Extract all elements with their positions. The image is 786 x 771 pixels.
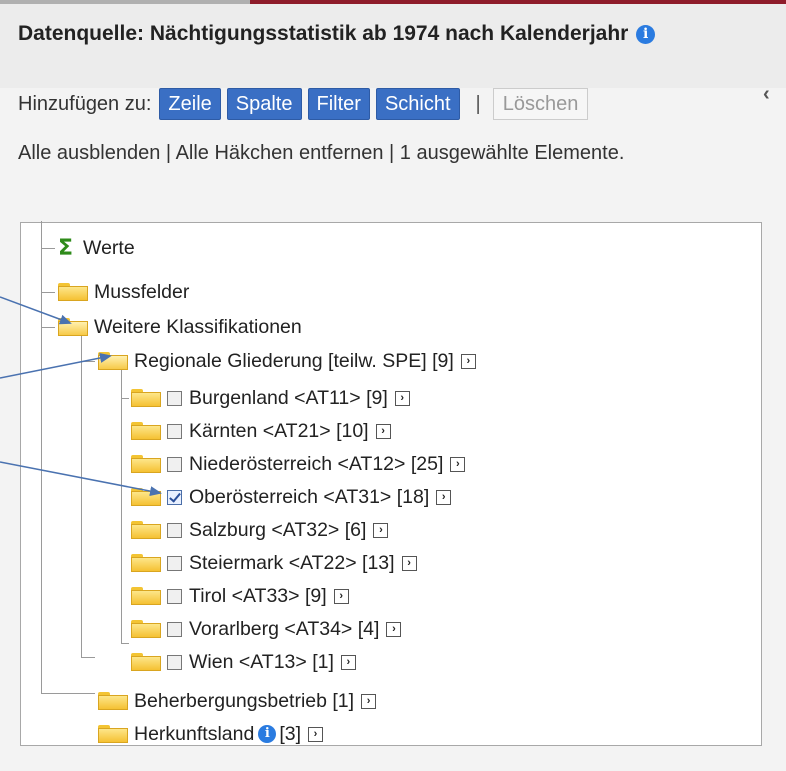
add-column-button[interactable]: Spalte: [226, 88, 302, 120]
tree-node-mussfelder[interactable]: Mussfelder: [58, 279, 189, 305]
add-filter-button[interactable]: Filter: [307, 88, 370, 120]
region-label: Steiermark <AT22> [13]: [189, 551, 395, 574]
region-checkbox[interactable]: [167, 654, 182, 670]
region-checkbox[interactable]: [167, 621, 182, 637]
links-separator: |: [383, 142, 400, 164]
expand-icon[interactable]: ›: [450, 456, 466, 472]
tree-node-region[interactable]: Oberösterreich <AT31> [18] ›: [131, 484, 452, 510]
tree-node-label: Regionale Gliederung [teilw. SPE] [9]: [134, 349, 454, 372]
folder-icon: [131, 488, 161, 506]
folder-icon: [131, 422, 161, 440]
expand-icon[interactable]: ›: [308, 726, 324, 742]
expand-icon[interactable]: ›: [373, 522, 389, 538]
region-label: Kärnten <AT21> [10]: [189, 419, 369, 442]
region-label: Niederösterreich <AT12> [25]: [189, 452, 444, 475]
toolbar-separator: |: [475, 92, 481, 115]
tree-node-region[interactable]: Wien <AT13> [1] ›: [131, 649, 356, 675]
tree-node-region[interactable]: Salzburg <AT32> [6] ›: [131, 517, 389, 543]
expand-icon[interactable]: ›: [394, 390, 410, 406]
folder-open-icon: [58, 318, 88, 336]
folder-icon: [131, 389, 161, 407]
tree-node-region[interactable]: Niederösterreich <AT12> [25] ›: [131, 451, 466, 477]
expand-icon[interactable]: ›: [361, 693, 377, 709]
collapse-arrow-icon[interactable]: ‹: [763, 83, 770, 106]
folder-icon: [131, 521, 161, 539]
tree-node-label: Werte: [83, 236, 135, 259]
region-label: Oberösterreich <AT31> [18]: [189, 485, 430, 508]
expand-icon[interactable]: ›: [375, 423, 391, 439]
header-accent: [0, 0, 786, 4]
expand-icon[interactable]: ›: [436, 489, 452, 505]
region-label: Tirol <AT33> [9]: [189, 584, 327, 607]
region-checkbox[interactable]: [167, 522, 182, 538]
region-label: Vorarlberg <AT34> [4]: [189, 617, 380, 640]
folder-icon: [131, 455, 161, 473]
tree-node-werte[interactable]: Σ Werte: [58, 235, 135, 261]
tree-node-label: Weitere Klassifikationen: [94, 315, 302, 338]
folder-icon: [98, 692, 128, 710]
region-checkbox[interactable]: [167, 588, 182, 604]
datasource-text: Datenquelle: Nächtigungsstatistik ab 197…: [18, 22, 629, 45]
region-checkbox-checked[interactable]: [167, 489, 182, 505]
region-label: Burgenland <AT11> [9]: [189, 386, 388, 409]
tree-node-weitere-klassifikationen[interactable]: Weitere Klassifikationen: [58, 314, 302, 340]
header-bar: Datenquelle: Nächtigungsstatistik ab 197…: [0, 0, 786, 88]
datasource-title: Datenquelle: Nächtigungsstatistik ab 197…: [18, 22, 656, 46]
tree-node-herkunftsland[interactable]: Herkunftsland i [3] ›: [98, 721, 324, 747]
region-checkbox[interactable]: [167, 555, 182, 571]
region-checkbox[interactable]: [167, 456, 182, 472]
clear-button[interactable]: Löschen: [492, 88, 589, 120]
expand-icon[interactable]: ›: [386, 621, 402, 637]
region-label: Salzburg <AT32> [6]: [189, 518, 367, 541]
tree-node-region[interactable]: Burgenland <AT11> [9] ›: [131, 385, 410, 411]
selection-links: Alle ausblenden | Alle Häkchen entfernen…: [18, 142, 624, 165]
info-icon[interactable]: i: [258, 725, 277, 743]
add-row-button[interactable]: Zeile: [159, 88, 221, 120]
tree-node-label: Mussfelder: [94, 280, 190, 303]
folder-icon: [131, 554, 161, 572]
tree-node-beherbergungsbetrieb[interactable]: Beherbergungsbetrieb [1] ›: [98, 688, 377, 714]
expand-icon[interactable]: ›: [333, 588, 349, 604]
add-layer-button[interactable]: Schicht: [375, 88, 460, 120]
region-checkbox[interactable]: [167, 423, 182, 439]
tree-node-region[interactable]: Vorarlberg <AT34> [4] ›: [131, 616, 402, 642]
add-to-toolbar: Hinzufügen zu: Zeile Spalte Filter Schic…: [18, 88, 589, 120]
region-checkbox[interactable]: [167, 390, 182, 406]
expand-icon[interactable]: ›: [340, 654, 356, 670]
tree-node-label: Herkunftsland: [134, 722, 255, 745]
tree-node-count: [3]: [279, 722, 302, 745]
hide-all-link[interactable]: Alle ausblenden: [18, 142, 160, 164]
folder-icon: [58, 283, 88, 301]
info-icon[interactable]: i: [636, 25, 656, 44]
expand-icon[interactable]: ›: [401, 555, 417, 571]
tree-node-region[interactable]: Kärnten <AT21> [10] ›: [131, 418, 391, 444]
folder-icon: [131, 587, 161, 605]
selected-count: 1 ausgewählte Elemente.: [399, 142, 625, 164]
tree-node-region[interactable]: Tirol <AT33> [9] ›: [131, 583, 349, 609]
folder-icon: [131, 653, 161, 671]
uncheck-all-link[interactable]: Alle Häkchen entfernen: [176, 142, 384, 164]
classification-tree: Σ Werte Mussfelder Weitere Klassifikatio…: [20, 221, 762, 747]
tree-node-label: Beherbergungsbetrieb [1]: [134, 689, 355, 712]
links-separator: |: [160, 142, 176, 164]
folder-open-icon: [98, 352, 128, 370]
region-label: Wien <AT13> [1]: [189, 650, 334, 673]
add-to-label: Hinzufügen zu:: [18, 92, 152, 115]
tree-node-region[interactable]: Steiermark <AT22> [13] ›: [131, 550, 417, 576]
folder-icon: [98, 725, 128, 743]
expand-icon[interactable]: ›: [460, 353, 476, 369]
sigma-icon: Σ: [58, 235, 74, 261]
tree-node-regionale-gliederung[interactable]: Regionale Gliederung [teilw. SPE] [9] ›: [98, 348, 476, 374]
folder-icon: [131, 620, 161, 638]
